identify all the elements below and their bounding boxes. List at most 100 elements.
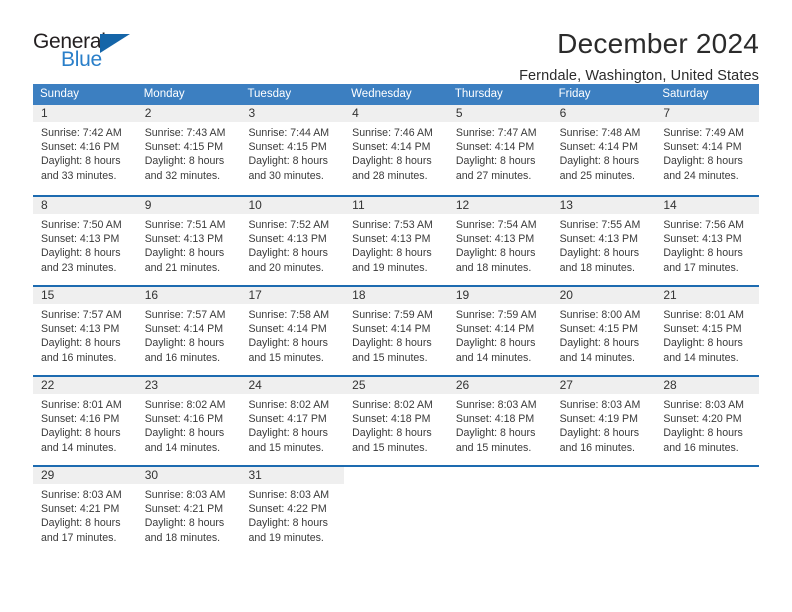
day-cell[interactable]: 16 Sunrise: 7:57 AM Sunset: 4:14 PM Dayligh…: [136, 287, 241, 375]
day-details: Sunrise: 7:54 AM Sunset: 4:13 PM Daylight:…: [455, 218, 545, 275]
day-cell[interactable]: 18 Sunrise: 7:59 AM Sunset: 4:14 PM Dayligh…: [344, 287, 448, 375]
day-cell[interactable]: 7 Sunrise: 7:49 AM Sunset: 4:14 PM Daylight…: [655, 105, 760, 195]
day-number: 9: [144, 198, 152, 212]
day-daylight-line1-line: Daylight: 8 hours: [41, 427, 121, 440]
day-cell[interactable]: 11 Sunrise: 7:53 AM Sunset: 4:13 PM Dayligh…: [344, 197, 448, 285]
day-number: 17: [248, 288, 262, 302]
day-cell-empty: [552, 467, 656, 555]
day-daylight-line2-line: and 18 minutes.: [559, 261, 635, 274]
day-number-band: [448, 467, 552, 484]
calendar-week-row: 1 Sunrise: 7:42 AM Sunset: 4:16 PM Daylight…: [33, 105, 760, 195]
day-sunset-line: Sunset: 4:13 PM: [41, 323, 120, 336]
day-cell[interactable]: 27 Sunrise: 8:03 AM Sunset: 4:19 PM Dayligh…: [551, 377, 656, 465]
day-sunrise-line: Sunrise: 8:01 AM: [663, 309, 744, 321]
day-sunrise-line: Sunrise: 7:59 AM: [455, 309, 537, 321]
day-sunrise-line: Sunrise: 7:43 AM: [144, 127, 226, 139]
day-cell-empty: [655, 467, 759, 555]
day-cell[interactable]: 19 Sunrise: 7:59 AM Sunset: 4:14 PM Dayligh…: [447, 287, 552, 375]
day-cell[interactable]: 14 Sunrise: 7:56 AM Sunset: 4:13 PM Dayligh…: [655, 197, 760, 285]
day-cell[interactable]: 15 Sunrise: 7:57 AM Sunset: 4:13 PM Dayligh…: [33, 287, 137, 375]
day-sunrise-line: Sunrise: 7:53 AM: [352, 219, 433, 231]
day-cell[interactable]: 8 Sunrise: 7:50 AM Sunset: 4:13 PM Daylight…: [33, 197, 137, 285]
day-daylight-line2-line: and 17 minutes.: [663, 261, 739, 274]
day-daylight-line1-line: Daylight: 8 hours: [352, 427, 432, 440]
day-cell[interactable]: 9 Sunrise: 7:51 AM Sunset: 4:13 PM Daylight…: [136, 197, 241, 285]
day-daylight-line1-line: Daylight: 8 hours: [41, 155, 121, 168]
day-cell[interactable]: 25 Sunrise: 8:02 AM Sunset: 4:18 PM Dayligh…: [344, 377, 448, 465]
day-daylight-line1-line: Daylight: 8 hours: [559, 155, 640, 168]
day-daylight-line2-line: and 15 minutes.: [352, 441, 428, 454]
day-sunrise-line: Sunrise: 8:02 AM: [144, 399, 226, 411]
day-daylight-line1-line: Daylight: 8 hours: [144, 337, 225, 350]
day-cell[interactable]: 28 Sunrise: 8:03 AM Sunset: 4:20 PM Dayligh…: [655, 377, 760, 465]
day-cell[interactable]: 3 Sunrise: 7:44 AM Sunset: 4:15 PM Daylight…: [240, 105, 345, 195]
day-cell[interactable]: 30 Sunrise: 8:03 AM Sunset: 4:21 PM Dayligh…: [136, 467, 241, 555]
day-number: 15: [41, 288, 55, 302]
day-details: Sunrise: 7:43 AM Sunset: 4:15 PM Daylight:…: [144, 126, 234, 183]
day-details: Sunrise: 7:58 AM Sunset: 4:14 PM Daylight:…: [247, 308, 337, 365]
day-daylight-line2-line: and 16 minutes.: [144, 351, 221, 364]
day-sunset-line: Sunset: 4:17 PM: [248, 413, 327, 426]
day-cell[interactable]: 23 Sunrise: 8:02 AM Sunset: 4:16 PM Dayligh…: [136, 377, 241, 465]
day-details: Sunrise: 7:53 AM Sunset: 4:13 PM Daylight:…: [351, 218, 441, 275]
day-daylight-line1-line: Daylight: 8 hours: [41, 337, 121, 350]
day-cell-empty: [344, 467, 448, 555]
calendar-grid: Sunday Monday Tuesday Wednesday Thursday…: [33, 84, 760, 555]
day-cell[interactable]: 12 Sunrise: 7:54 AM Sunset: 4:13 PM Dayligh…: [447, 197, 552, 285]
day-daylight-line2-line: and 16 minutes.: [559, 441, 635, 454]
day-cell[interactable]: 29 Sunrise: 8:03 AM Sunset: 4:21 PM Dayligh…: [33, 467, 137, 555]
day-daylight-line2-line: and 18 minutes.: [144, 531, 221, 544]
day-cell[interactable]: 10 Sunrise: 7:52 AM Sunset: 4:13 PM Dayligh…: [240, 197, 345, 285]
day-sunset-line: Sunset: 4:22 PM: [248, 503, 327, 516]
day-cell[interactable]: 21 Sunrise: 8:01 AM Sunset: 4:15 PM Dayligh…: [655, 287, 760, 375]
day-sunset-line: Sunset: 4:14 PM: [663, 141, 742, 154]
day-daylight-line2-line: and 21 minutes.: [144, 261, 221, 274]
day-sunrise-line: Sunrise: 7:54 AM: [455, 219, 537, 231]
day-details: Sunrise: 8:03 AM Sunset: 4:21 PM Daylight:…: [144, 488, 234, 545]
day-sunset-line: Sunset: 4:16 PM: [41, 141, 120, 154]
day-cell[interactable]: 26 Sunrise: 8:03 AM Sunset: 4:18 PM Dayligh…: [447, 377, 552, 465]
title-block: December 2024 Ferndale, Washington, Unit…: [519, 28, 759, 86]
day-number: 25: [352, 378, 366, 392]
day-cell[interactable]: 5 Sunrise: 7:47 AM Sunset: 4:14 PM Daylight…: [447, 105, 552, 195]
day-number: 10: [248, 198, 262, 212]
day-number: 5: [455, 106, 463, 120]
day-daylight-line2-line: and 14 minutes.: [559, 351, 635, 364]
day-daylight-line2-line: and 16 minutes.: [41, 351, 117, 364]
day-cell[interactable]: 6 Sunrise: 7:48 AM Sunset: 4:14 PM Daylight…: [551, 105, 656, 195]
day-cell[interactable]: 24 Sunrise: 8:02 AM Sunset: 4:17 PM Dayligh…: [240, 377, 345, 465]
day-details: Sunrise: 8:02 AM Sunset: 4:18 PM Daylight:…: [351, 398, 441, 455]
day-details: Sunrise: 7:56 AM Sunset: 4:13 PM Daylight:…: [662, 218, 752, 275]
day-sunrise-line: Sunrise: 7:58 AM: [248, 309, 330, 321]
day-sunrise-line: Sunrise: 7:51 AM: [144, 219, 226, 231]
weekday-friday: Friday: [558, 88, 591, 100]
day-sunset-line: Sunset: 4:14 PM: [455, 141, 535, 154]
brand-logo[interactable]: General Blue: [33, 28, 145, 74]
day-sunset-line: Sunset: 4:16 PM: [144, 413, 224, 426]
day-cell[interactable]: 22 Sunrise: 8:01 AM Sunset: 4:16 PM Dayligh…: [33, 377, 137, 465]
day-sunset-line: Sunset: 4:15 PM: [144, 141, 224, 154]
calendar-week-row: 29 Sunrise: 8:03 AM Sunset: 4:21 PM Dayligh…: [33, 465, 759, 555]
day-cell[interactable]: 1 Sunrise: 7:42 AM Sunset: 4:16 PM Daylight…: [33, 105, 137, 195]
day-cell[interactable]: 31 Sunrise: 8:03 AM Sunset: 4:22 PM Dayligh…: [240, 467, 345, 555]
triangle-icon: [100, 34, 130, 53]
day-details: Sunrise: 7:47 AM Sunset: 4:14 PM Daylight:…: [455, 126, 545, 183]
day-cell[interactable]: 13 Sunrise: 7:55 AM Sunset: 4:13 PM Dayligh…: [551, 197, 656, 285]
day-daylight-line2-line: and 24 minutes.: [663, 169, 739, 182]
day-daylight-line2-line: and 15 minutes.: [352, 351, 428, 364]
day-sunset-line: Sunset: 4:13 PM: [663, 233, 742, 246]
day-sunset-line: Sunset: 4:14 PM: [352, 141, 431, 154]
weekday-thursday: Thursday: [454, 88, 503, 100]
day-daylight-line1-line: Daylight: 8 hours: [248, 155, 328, 168]
day-cell[interactable]: 17 Sunrise: 7:58 AM Sunset: 4:14 PM Dayligh…: [240, 287, 345, 375]
day-cell[interactable]: 2 Sunrise: 7:43 AM Sunset: 4:15 PM Daylight…: [136, 105, 241, 195]
day-daylight-line2-line: and 17 minutes.: [41, 531, 117, 544]
day-daylight-line1-line: Daylight: 8 hours: [663, 155, 743, 168]
day-cell-empty: [448, 467, 552, 555]
day-number: 26: [455, 378, 470, 392]
day-cell[interactable]: 20 Sunrise: 8:00 AM Sunset: 4:15 PM Dayligh…: [551, 287, 656, 375]
day-details: Sunrise: 8:03 AM Sunset: 4:21 PM Daylight:…: [40, 488, 130, 545]
day-cell[interactable]: 4 Sunrise: 7:46 AM Sunset: 4:14 PM Daylight…: [344, 105, 448, 195]
day-number: 1: [41, 106, 48, 120]
day-sunrise-line: Sunrise: 7:59 AM: [352, 309, 433, 321]
